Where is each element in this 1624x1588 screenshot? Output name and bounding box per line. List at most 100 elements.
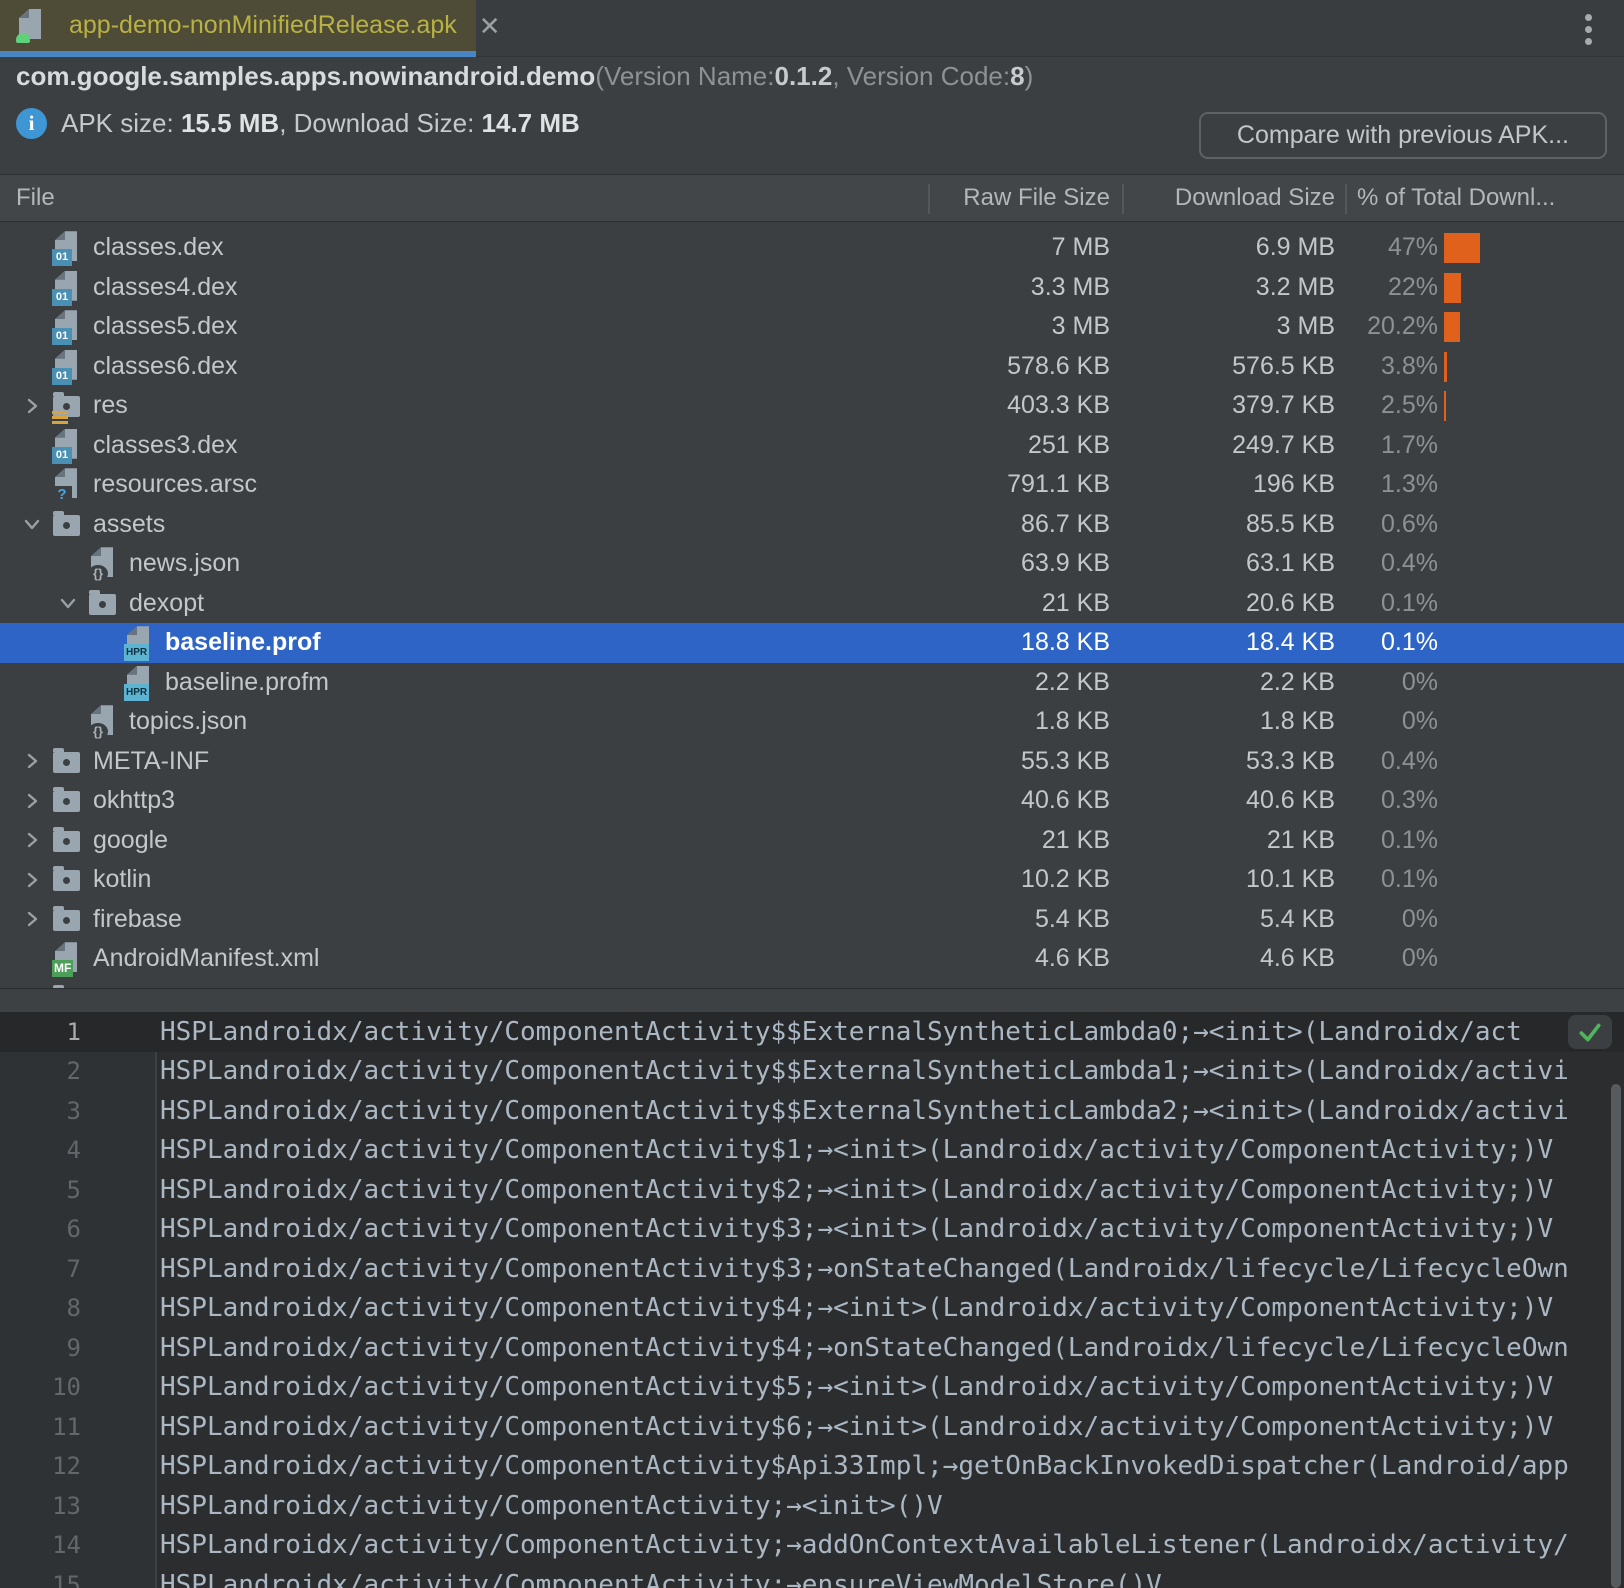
- folder-file-icon: [50, 822, 84, 859]
- inspection-ok-check-icon[interactable]: [1568, 1015, 1612, 1049]
- line-text: HSPLandroidx/activity/ComponentActivity;…: [155, 1570, 1162, 1588]
- raw-size-cell: 3.3 MB: [920, 268, 1110, 308]
- dex-file-icon: 01: [50, 229, 84, 266]
- download-size-value: 14.7 MB: [482, 108, 580, 138]
- file-name: classes.dex: [93, 233, 224, 262]
- table-row[interactable]: {}topics.json1.8 KB1.8 KB0%: [0, 702, 1624, 742]
- table-row[interactable]: dexopt21 KB20.6 KB0.1%: [0, 584, 1624, 624]
- raw-size-cell: 10.2 KB: [920, 860, 1110, 900]
- percent-cell: 0%: [1300, 702, 1438, 742]
- table-row[interactable]: {}news.json63.9 KB63.1 KB0.4%: [0, 544, 1624, 584]
- chevron-expanded-icon[interactable]: [14, 513, 50, 535]
- raw-size-cell: 403.3 KB: [920, 386, 1110, 426]
- tab-close-icon[interactable]: ✕: [479, 13, 501, 39]
- tab-apk-file[interactable]: app-demo-nonMinifiedRelease.apk ✕: [0, 0, 476, 51]
- table-row-selected[interactable]: HPRbaseline.prof18.8 KB18.4 KB0.1%: [0, 623, 1624, 663]
- chevron-collapsed-icon[interactable]: [14, 829, 50, 851]
- file-name: firebase: [93, 905, 182, 934]
- line-number: 9: [0, 1334, 155, 1362]
- table-row[interactable]: 01classes3.dex251 KB249.7 KB1.7%: [0, 426, 1624, 466]
- editor-line: 10HSPLandroidx/activity/ComponentActivit…: [0, 1368, 1624, 1408]
- line-text: HSPLandroidx/activity/ComponentActivity;…: [155, 1530, 1569, 1560]
- chevron-collapsed-icon[interactable]: [14, 908, 50, 930]
- package-name: com.google.samples.apps.nowinandroid.dem…: [16, 61, 595, 92]
- column-divider: [928, 184, 930, 214]
- column-header-file[interactable]: File: [16, 175, 55, 221]
- table-row[interactable]: okhttp340.6 KB40.6 KB0.3%: [0, 781, 1624, 821]
- table-row[interactable]: firebase5.4 KB5.4 KB0%: [0, 900, 1624, 940]
- active-tab-indicator: [0, 51, 476, 57]
- percent-bar: [1444, 352, 1447, 382]
- kebab-menu-icon[interactable]: [1568, 8, 1608, 50]
- table-row[interactable]: 01classes.dex7 MB6.9 MB47%: [0, 228, 1624, 268]
- file-name: AndroidManifest.xml: [93, 944, 319, 973]
- chevron-collapsed-icon[interactable]: [14, 395, 50, 417]
- file-name: classes4.dex: [93, 273, 238, 302]
- chevron-collapsed-icon[interactable]: [14, 790, 50, 812]
- table-row[interactable]: ?resources.arsc791.1 KB196 KB1.3%: [0, 465, 1624, 505]
- table-row[interactable]: assets86.7 KB85.5 KB0.6%: [0, 505, 1624, 545]
- column-header-raw-file-size[interactable]: Raw File Size: [920, 175, 1110, 221]
- tab-title: app-demo-nonMinifiedRelease.apk: [69, 11, 457, 40]
- percent-cell: 0.1%: [1300, 860, 1438, 900]
- table-row[interactable]: 01classes5.dex3 MB3 MB20.2%: [0, 307, 1624, 347]
- percent-cell: 0%: [1300, 939, 1438, 979]
- line-number: 10: [0, 1373, 155, 1401]
- percent-cell: 2.5%: [1300, 386, 1438, 426]
- dex-file-icon: 01: [50, 308, 84, 345]
- column-header-download-size[interactable]: Download Size: [1130, 175, 1335, 221]
- json-file-icon: {}: [86, 703, 120, 740]
- file-name: baseline.prof: [165, 628, 321, 657]
- editor-scrollbar[interactable]: [1611, 1084, 1621, 1588]
- file-name: classes3.dex: [93, 431, 238, 460]
- line-number: 14: [0, 1531, 155, 1559]
- table-row[interactable]: [0, 979, 1624, 989]
- percent-cell: 3.8%: [1300, 347, 1438, 387]
- compare-with-previous-apk-button[interactable]: Compare with previous APK...: [1199, 112, 1607, 159]
- table-row[interactable]: 01classes6.dex578.6 KB576.5 KB3.8%: [0, 347, 1624, 387]
- table-header: File Raw File Size Download Size % of To…: [0, 174, 1624, 222]
- chevron-expanded-icon[interactable]: [50, 592, 86, 614]
- chevron-collapsed-icon[interactable]: [14, 750, 50, 772]
- table-row[interactable]: res403.3 KB379.7 KB2.5%: [0, 386, 1624, 426]
- percent-cell: 0.4%: [1300, 544, 1438, 584]
- panel-splitter[interactable]: [0, 988, 1624, 1012]
- raw-size-cell: 2.2 KB: [920, 663, 1110, 703]
- file-name: kotlin: [93, 865, 151, 894]
- line-text: HSPLandroidx/activity/ComponentActivity$…: [155, 1017, 1522, 1047]
- file-name: baseline.profm: [165, 668, 329, 697]
- line-text: HSPLandroidx/activity/ComponentActivity$…: [155, 1333, 1569, 1363]
- apk-size-value: 15.5 MB: [181, 108, 279, 138]
- percent-cell: 0.4%: [1300, 742, 1438, 782]
- file-name: classes5.dex: [93, 312, 238, 341]
- table-row[interactable]: google21 KB21 KB0.1%: [0, 821, 1624, 861]
- percent-cell: 1.7%: [1300, 426, 1438, 466]
- line-number: 4: [0, 1136, 155, 1164]
- apk-analyzer-window: app-demo-nonMinifiedRelease.apk ✕ com.go…: [0, 0, 1624, 1588]
- table-row[interactable]: META-INF55.3 KB53.3 KB0.4%: [0, 742, 1624, 782]
- line-number: 13: [0, 1492, 155, 1520]
- file-name: news.json: [129, 549, 240, 578]
- line-text: HSPLandroidx/activity/ComponentActivity$…: [155, 1175, 1553, 1205]
- version-name-label: (Version Name:: [595, 61, 774, 92]
- folder-file-icon: [50, 901, 84, 938]
- file-name: assets: [93, 510, 165, 539]
- editor-line: 11HSPLandroidx/activity/ComponentActivit…: [0, 1407, 1624, 1447]
- line-text: HSPLandroidx/activity/ComponentActivity$…: [155, 1135, 1553, 1165]
- table-row[interactable]: 01classes4.dex3.3 MB3.2 MB22%: [0, 268, 1624, 308]
- editor-line: 14HSPLandroidx/activity/ComponentActivit…: [0, 1526, 1624, 1566]
- line-text: HSPLandroidx/activity/ComponentActivity$…: [155, 1214, 1553, 1244]
- file-content-viewer[interactable]: 1HSPLandroidx/activity/ComponentActivity…: [0, 1012, 1624, 1588]
- table-row[interactable]: MFAndroidManifest.xml4.6 KB4.6 KB0%: [0, 939, 1624, 979]
- editor-line: 8HSPLandroidx/activity/ComponentActivity…: [0, 1289, 1624, 1329]
- raw-size-cell: 18.8 KB: [920, 623, 1110, 663]
- column-header-percent[interactable]: % of Total Downl...: [1357, 175, 1555, 221]
- table-row[interactable]: HPRbaseline.profm2.2 KB2.2 KB0%: [0, 663, 1624, 703]
- raw-size-cell: 791.1 KB: [920, 465, 1110, 505]
- chevron-collapsed-icon[interactable]: [14, 869, 50, 891]
- prof-file-icon: HPR: [122, 624, 156, 661]
- file-name: google: [93, 826, 168, 855]
- package-header: com.google.samples.apps.nowinandroid.dem…: [16, 58, 1033, 94]
- editor-line: 5HSPLandroidx/activity/ComponentActivity…: [0, 1170, 1624, 1210]
- table-row[interactable]: kotlin10.2 KB10.1 KB0.1%: [0, 860, 1624, 900]
